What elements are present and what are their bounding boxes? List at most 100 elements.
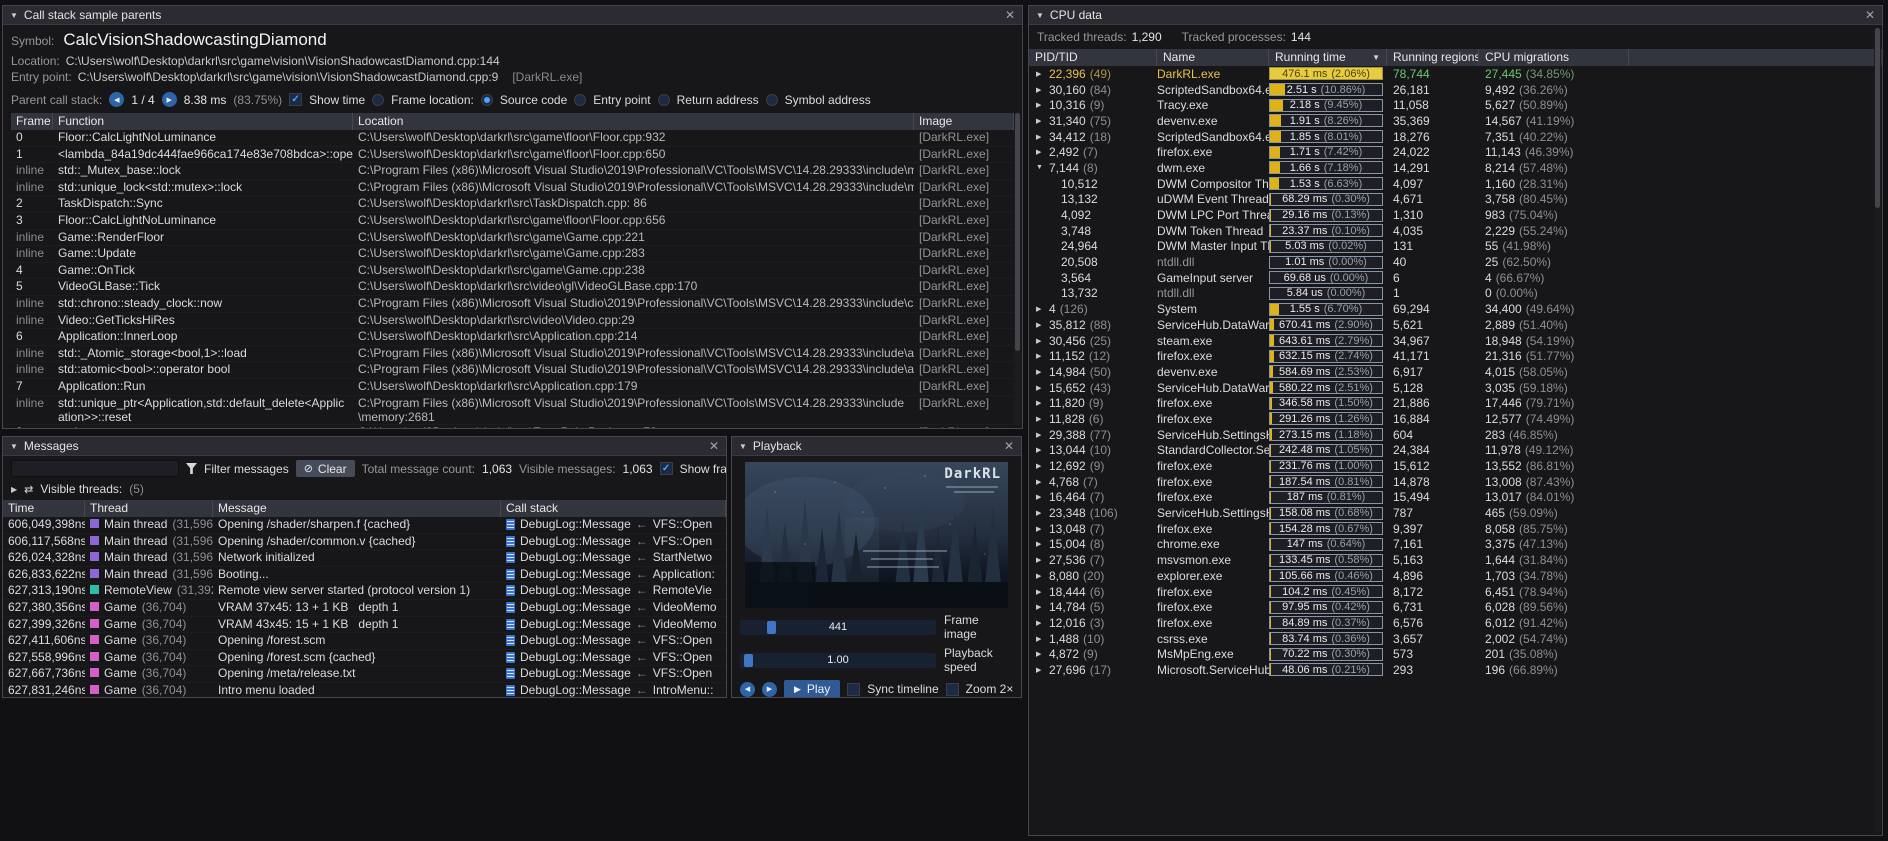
callstack-frame-row[interactable]: inlinestd::unique_lock<std::mutex>::lock… — [11, 180, 1014, 197]
cpu-row[interactable]: ▶13,044(10)StandardCollector.Servic242.4… — [1029, 443, 1882, 459]
cpu-row[interactable]: ▶1,488(10)csrss.exe83.74 ms(0.36%)3,6572… — [1029, 631, 1882, 647]
frame-image-preview[interactable]: DarkRL — [745, 462, 1008, 608]
callstack-frame-row[interactable]: inlineGame::RenderFloorC:\Users\wolf\Des… — [11, 230, 1014, 247]
next-parent-button[interactable]: ▶ — [162, 92, 177, 107]
callstack-frame-row[interactable]: 5VideoGLBase::TickC:\Users\wolf\Desktop\… — [11, 279, 1014, 296]
scrollbar-thumb[interactable] — [1015, 113, 1020, 351]
expand-right-icon[interactable]: ▶ — [1036, 509, 1045, 517]
cpu-row[interactable]: ▶30,456(25)steam.exe643.61 ms(2.79%)34,9… — [1029, 333, 1882, 349]
cpu-row[interactable]: ▶16,464(7)firefox.exe187 ms(0.81%)15,494… — [1029, 490, 1882, 506]
expand-right-icon[interactable]: ▶ — [1036, 70, 1045, 78]
cpu-row[interactable]: ▶14,784(5)firefox.exe97.95 ms(0.42%)6,73… — [1029, 599, 1882, 615]
source-code-radio[interactable] — [481, 94, 493, 106]
cpu-row[interactable]: 3,564GameInput server69.68 us(0.00%)64(6… — [1029, 270, 1882, 286]
callstack-frame-row[interactable]: inlinestd::_Mutex_base::lockC:\Program F… — [11, 163, 1014, 180]
message-row[interactable]: 606,117,568nsMain thread(31,596)Opening … — [3, 534, 726, 551]
collapse-icon[interactable]: ▼ — [10, 442, 18, 451]
cpu-row[interactable]: 20,508ntdll.dll1.01 ms(0.00%)4025(62.50%… — [1029, 254, 1882, 270]
close-icon[interactable]: ✕ — [1005, 9, 1015, 21]
message-row[interactable]: 626,024,328nsMain thread(31,596)Network … — [3, 550, 726, 567]
message-row[interactable]: 627,831,246nsGame(36,704)Intro menu load… — [3, 683, 726, 697]
message-row[interactable]: 627,667,736nsGame(36,704)Opening /meta/r… — [3, 666, 726, 683]
col-time[interactable]: Time — [3, 500, 85, 517]
cpu-row[interactable]: ▼7,144(8)dwm.exe1.66 s(7.18%)14,2918,214… — [1029, 160, 1882, 176]
frame-image-slider[interactable]: 441 — [740, 620, 936, 635]
cpu-row[interactable]: ▶15,004(8)chrome.exe147 ms(0.64%)7,1613,… — [1029, 537, 1882, 553]
cpu-row[interactable]: ▶34,412(18)ScriptedSandbox64.exe1.85 s(8… — [1029, 129, 1882, 145]
expand-right-icon[interactable]: ▶ — [1036, 133, 1045, 141]
cpu-row[interactable]: ▶27,696(17)Microsoft.ServiceHub.Co48.06 … — [1029, 662, 1882, 678]
cpu-row[interactable]: ▶11,152(12)firefox.exe632.15 ms(2.74%)41… — [1029, 348, 1882, 364]
cpu-row[interactable]: ▶27,536(7)msvsmon.exe133.45 ms(0.58%)5,1… — [1029, 552, 1882, 568]
expand-right-icon[interactable]: ▶ — [1036, 635, 1045, 643]
message-row[interactable]: 627,411,606nsGame(36,704)Opening /forest… — [3, 633, 726, 650]
collapse-icon[interactable]: ▼ — [1036, 11, 1044, 20]
cpu-row[interactable]: ▶29,388(77)ServiceHub.SettingsHost273.15… — [1029, 427, 1882, 443]
expand-right-icon[interactable]: ▶ — [1036, 525, 1045, 533]
col-location[interactable]: Location — [353, 113, 914, 130]
expand-right-icon[interactable]: ▶ — [1036, 399, 1045, 407]
expand-right-icon[interactable]: ▶ — [1036, 415, 1045, 423]
zoom-2x-checkbox[interactable] — [946, 683, 959, 696]
col-message[interactable]: Message — [213, 500, 501, 517]
sync-timeline-checkbox[interactable] — [847, 683, 860, 696]
cpu-row[interactable]: ▶8,080(20)explorer.exe105.66 ms(0.46%)4,… — [1029, 568, 1882, 584]
playback-titlebar[interactable]: ▼ Playback ✕ — [732, 437, 1021, 456]
col-name[interactable]: Name — [1157, 49, 1269, 66]
cpu-row[interactable]: ▶30,160(84)ScriptedSandbox64.exe2.51 s(1… — [1029, 82, 1882, 98]
expand-right-icon[interactable]: ▶ — [1036, 603, 1045, 611]
col-running-regions[interactable]: Running regions — [1387, 49, 1479, 66]
entry-point-radio[interactable] — [574, 94, 586, 106]
cpu-row[interactable]: 24,964DWM Master Input Thread5.03 ms(0.0… — [1029, 239, 1882, 255]
cpu-row[interactable]: ▶4,872(9)MsMpEng.exe70.22 ms(0.30%)57320… — [1029, 646, 1882, 662]
cpu-row[interactable]: ▶31,340(75)devenv.exe1.91 s(8.26%)35,369… — [1029, 113, 1882, 129]
cpu-row[interactable]: ▶12,016(3)firefox.exe84.89 ms(0.37%)6,57… — [1029, 615, 1882, 631]
expand-right-icon[interactable]: ▶ — [11, 485, 17, 494]
cpu-row[interactable]: ▶4,768(7)firefox.exe187.54 ms(0.81%)14,8… — [1029, 474, 1882, 490]
expand-right-icon[interactable]: ▶ — [1036, 117, 1045, 125]
play-button[interactable]: ▶ Play — [784, 680, 840, 697]
cpu-row[interactable]: ▶11,828(6)firefox.exe291.26 ms(1.26%)16,… — [1029, 411, 1882, 427]
expand-right-icon[interactable]: ▶ — [1036, 384, 1045, 392]
expand-right-icon[interactable]: ▶ — [1036, 619, 1045, 627]
callstack-frame-row[interactable]: inlinestd::atomic<bool>::operator boolC:… — [11, 362, 1014, 379]
col-pid-tid[interactable]: PID/TID — [1029, 49, 1157, 66]
message-row[interactable]: 626,833,622nsMain thread(31,596)Booting.… — [3, 567, 726, 584]
callstack-titlebar[interactable]: ▼ Call stack sample parents ✕ — [3, 6, 1022, 25]
expand-right-icon[interactable]: ▶ — [1036, 101, 1045, 109]
cpu-row[interactable]: ▶14,984(50)devenv.exe584.69 ms(2.53%)6,9… — [1029, 364, 1882, 380]
col-callstack[interactable]: Call stack — [501, 500, 726, 517]
expand-right-icon[interactable]: ▶ — [1036, 305, 1045, 313]
callstack-frame-row[interactable]: 3Floor::CalcLightNoLuminanceC:\Users\wol… — [11, 213, 1014, 230]
expand-right-icon[interactable]: ▶ — [1036, 556, 1045, 564]
collapse-icon[interactable]: ▼ — [10, 11, 18, 20]
callstack-frame-row[interactable]: 4Game::OnTickC:\Users\wolf\Desktop\darkr… — [11, 263, 1014, 280]
expand-right-icon[interactable]: ▶ — [1036, 446, 1045, 454]
expand-right-icon[interactable]: ▶ — [1036, 666, 1045, 674]
expand-right-icon[interactable]: ▶ — [1036, 572, 1045, 580]
callstack-frame-row[interactable]: 2TaskDispatch::SyncC:\Users\wolf\Desktop… — [11, 196, 1014, 213]
show-time-checkbox[interactable]: ✓ — [289, 93, 302, 106]
callstack-frame-row[interactable]: 0Floor::CalcLightNoLuminanceC:\Users\wol… — [11, 130, 1014, 147]
expand-right-icon[interactable]: ▶ — [1036, 148, 1045, 156]
message-row[interactable]: 627,558,996nsGame(36,704)Opening /forest… — [3, 650, 726, 667]
collapse-icon[interactable]: ▼ — [739, 442, 747, 451]
return-address-radio[interactable] — [658, 94, 670, 106]
col-image[interactable]: Image — [914, 113, 1014, 130]
expand-right-icon[interactable]: ▶ — [1036, 321, 1045, 329]
next-frame-button[interactable]: ▶ — [762, 682, 777, 697]
cpu-row[interactable]: ▶2,492(7)firefox.exe1.71 s(7.42%)24,0221… — [1029, 144, 1882, 160]
cpu-row[interactable]: ▶18,444(6)firefox.exe104.2 ms(0.45%)8,17… — [1029, 584, 1882, 600]
close-icon[interactable]: ✕ — [1004, 440, 1014, 452]
col-function[interactable]: Function — [53, 113, 353, 130]
cpu-row[interactable]: ▶35,812(88)ServiceHub.DataWarehou670.41 … — [1029, 317, 1882, 333]
callstack-frame-row[interactable]: inlinestd::chrono::steady_clock::nowC:\P… — [11, 296, 1014, 313]
callstack-frame-row[interactable]: 6Application::InnerLoopC:\Users\wolf\Des… — [11, 329, 1014, 346]
close-icon[interactable]: ✕ — [709, 440, 719, 452]
cpu-row[interactable]: ▶4(126)System1.55 s(6.70%)69,29434,400(4… — [1029, 301, 1882, 317]
col-running-time[interactable]: Running time▼ — [1269, 49, 1387, 66]
expand-right-icon[interactable]: ▶ — [1036, 368, 1045, 376]
show-frame-checkbox[interactable]: ✓ — [660, 462, 673, 475]
cpu-row[interactable]: ▶12,692(9)firefox.exe231.76 ms(1.00%)15,… — [1029, 458, 1882, 474]
cpu-row[interactable]: 13,732ntdll.dll5.84 us(0.00%)10(0.00%) — [1029, 286, 1882, 302]
